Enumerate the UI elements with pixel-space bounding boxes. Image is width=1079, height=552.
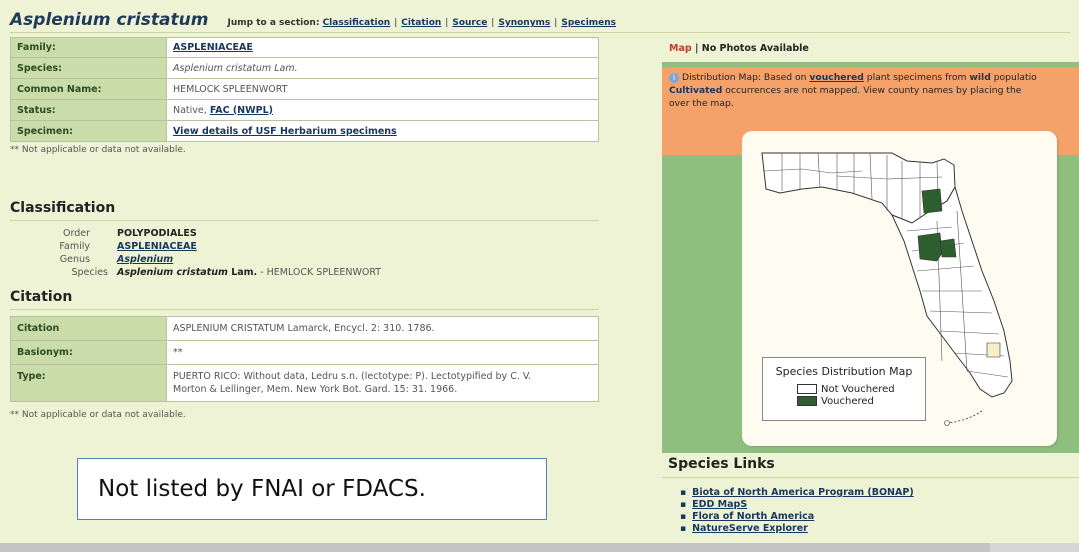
link-eddmaps[interactable]: EDD MapS xyxy=(692,499,747,510)
species-author: Lam. xyxy=(227,267,258,278)
dist-text: Distribution Map: Based on xyxy=(682,72,810,83)
jump-link-source[interactable]: Source xyxy=(452,18,487,28)
family-link[interactable]: ASPLENIACEAE xyxy=(173,42,253,53)
legend-label: Vouchered xyxy=(821,396,874,407)
classification-heading: Classification xyxy=(10,200,116,216)
species-common: - HEMLOCK SPLEENWORT xyxy=(257,267,382,278)
legend-vouchered: Vouchered xyxy=(797,396,874,407)
vouchered-county xyxy=(939,238,957,258)
type-label: Type: xyxy=(10,364,167,402)
species-class-value: Asplenium cristatum Lam. - HEMLOCK SPLEE… xyxy=(117,267,381,278)
basionym-label: Basionym: xyxy=(10,340,167,365)
type-line-2: Morton & Lellinger, Mem. New York Bot. G… xyxy=(173,384,458,395)
species-label: Species: xyxy=(10,57,167,79)
cultivated-text: Cultivated xyxy=(669,85,723,96)
jump-link-citation[interactable]: Citation xyxy=(401,18,441,28)
link-flora-na[interactable]: Flora of North America xyxy=(692,511,814,522)
vouchered-county xyxy=(917,232,943,262)
table-row: Status: Native, FAC (NWPL) xyxy=(10,99,599,121)
classification-divider xyxy=(10,220,599,221)
tab-separator: | xyxy=(691,43,702,54)
vouchered-link[interactable]: vouchered xyxy=(809,72,863,83)
map-panel-header: Map | No Photos Available xyxy=(662,36,1079,62)
link-natureserve[interactable]: NatureServe Explorer xyxy=(692,523,808,534)
status-link[interactable]: FAC (NWPL) xyxy=(210,105,273,116)
type-line-1: PUERTO RICO: Without data, Ledru s.n. (l… xyxy=(173,371,532,382)
legend-title: Species Distribution Map xyxy=(775,365,913,378)
type-value: PUERTO RICO: Without data, Ledru s.n. (l… xyxy=(166,364,599,402)
dist-text: occurrences are not mapped. View county … xyxy=(722,85,1022,96)
info-icon: i xyxy=(669,73,679,83)
rank-label: Genus xyxy=(59,254,90,265)
dist-text: over the map. xyxy=(669,98,734,109)
specimen-link[interactable]: View details of USF Herbarium specimens xyxy=(173,126,397,137)
citation-table: Citation ASPLENIUM CRISTATUM Lamarck, En… xyxy=(10,316,599,402)
table-row: Citation ASPLENIUM CRISTATUM Lamarck, En… xyxy=(10,316,599,341)
rank-label: Family xyxy=(59,241,90,252)
table-row: Family: ASPLENIACEAE xyxy=(10,37,599,58)
na-note: ** Not applicable or data not available. xyxy=(10,145,186,155)
table-row: Basionym: ** xyxy=(10,340,599,365)
family-label: Family: xyxy=(10,37,167,58)
table-row: Type: PUERTO RICO: Without data, Ledru s… xyxy=(10,364,599,402)
page-header: Asplenium cristatum Jump to a section: C… xyxy=(10,10,1070,32)
list-item: ▪ EDD MapS xyxy=(680,499,748,510)
wild-text: wild xyxy=(969,72,991,83)
distribution-map[interactable]: Species Distribution Map Not Vouchered V… xyxy=(742,131,1057,446)
map-legend: Species Distribution Map Not Vouchered V… xyxy=(762,357,926,421)
rank-label: Order xyxy=(63,228,90,239)
legend-label: Not Vouchered xyxy=(821,384,895,395)
tab-map[interactable]: Map xyxy=(669,43,692,54)
species-title: Asplenium cristatum xyxy=(10,10,209,30)
na-note: ** Not applicable or data not available. xyxy=(10,410,186,420)
tab-no-photos: No Photos Available xyxy=(701,43,809,54)
species-links-section: Species Links ▪ Biota of North America Pr… xyxy=(662,453,1079,544)
common-name-value: HEMLOCK SPLEENWORT xyxy=(166,78,599,100)
table-row: Common Name: HEMLOCK SPLEENWORT xyxy=(10,78,599,100)
bottom-scrollbar-thumb[interactable] xyxy=(0,543,990,552)
citation-heading: Citation xyxy=(10,289,73,305)
summary-table: Family: ASPLENIACEAE Species: Asplenium … xyxy=(10,37,599,142)
dist-text: plant specimens from xyxy=(863,72,970,83)
dist-text: populatio xyxy=(990,72,1037,83)
species-links-divider xyxy=(662,477,1079,478)
jump-link-classification[interactable]: Classification xyxy=(323,18,391,28)
jump-link-synonyms[interactable]: Synonyms xyxy=(498,18,550,28)
header-divider xyxy=(10,32,1070,33)
list-item: ▪ Flora of North America xyxy=(680,511,815,522)
citation-divider xyxy=(10,309,599,310)
list-item: ▪ NatureServe Explorer xyxy=(680,523,808,534)
citation-value: ASPLENIUM CRISTATUM Lamarck, Encycl. 2: … xyxy=(166,316,599,341)
list-item: ▪ Biota of North America Program (BONAP) xyxy=(680,487,914,498)
table-row: Specimen: View details of USF Herbarium … xyxy=(10,120,599,142)
order-value: POLYPODIALES xyxy=(117,228,197,239)
listed-note-box: Not listed by FNAI or FDACS. xyxy=(77,458,547,520)
legend-swatch-vouchered xyxy=(797,396,817,406)
common-name-label: Common Name: xyxy=(10,78,167,100)
species-links-heading: Species Links xyxy=(668,456,775,472)
species-links-list: ▪ Biota of North America Program (BONAP) … xyxy=(680,487,914,535)
status-label: Status: xyxy=(10,99,167,121)
specimen-label: Specimen: xyxy=(10,120,167,142)
citation-label: Citation xyxy=(10,316,167,341)
jump-nav: Jump to a section: Classification | Citati… xyxy=(227,18,617,28)
basionym-value: ** xyxy=(166,340,599,365)
family-class-link[interactable]: ASPLENIACEAE xyxy=(117,241,197,252)
jump-link-specimens[interactable]: Specimens xyxy=(561,18,616,28)
table-row: Species: Asplenium cristatum Lam. xyxy=(10,57,599,79)
species-value: Asplenium cristatum Lam. xyxy=(173,62,298,74)
rank-label: Species xyxy=(71,267,108,278)
jump-prefix: Jump to a section: xyxy=(227,18,320,28)
status-prefix: Native, xyxy=(173,104,210,116)
legend-swatch-not-vouchered xyxy=(797,384,817,394)
legend-not-vouchered: Not Vouchered xyxy=(797,384,895,395)
genus-link[interactable]: Asplenium xyxy=(117,254,173,265)
species-name: Asplenium cristatum xyxy=(117,267,228,278)
vouchered-county xyxy=(921,188,943,214)
link-bonap[interactable]: Biota of North America Program (BONAP) xyxy=(692,487,914,498)
